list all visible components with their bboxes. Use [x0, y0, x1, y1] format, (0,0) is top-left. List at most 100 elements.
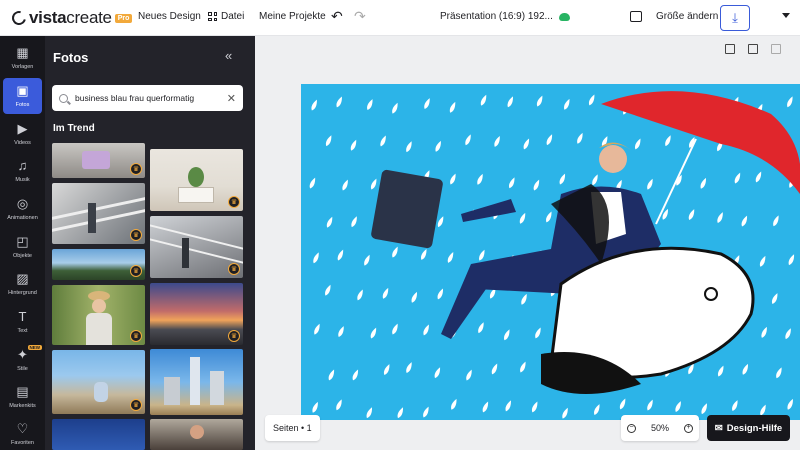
objects-icon: ◰ — [16, 234, 29, 249]
design-canvas[interactable] — [301, 84, 800, 420]
woman-head — [599, 145, 627, 173]
templates-icon: ▦ — [16, 45, 29, 60]
presentation-title[interactable]: Präsentation (16:9) 192... — [440, 11, 570, 22]
animations-icon: ◎ — [16, 196, 29, 211]
raindrop — [370, 178, 377, 190]
redo-icon[interactable]: ↷ — [354, 8, 366, 25]
photo-thumbnail[interactable]: ♛ — [150, 283, 243, 345]
raindrop — [546, 134, 553, 146]
raindrop — [536, 95, 543, 107]
rail-item-videos[interactable]: ▶ Videos — [3, 116, 42, 152]
search-input[interactable] — [75, 93, 225, 103]
resize-button[interactable]: Größe ändern — [656, 11, 718, 22]
raindrop — [761, 326, 767, 338]
file-menu[interactable]: Datei — [208, 11, 244, 22]
raindrop — [701, 403, 707, 415]
raindrop — [477, 173, 483, 185]
raindrop — [437, 216, 444, 228]
collapse-panel-icon[interactable]: « — [225, 48, 232, 63]
raindrop — [787, 398, 793, 410]
app-logo[interactable]: vistacreate Pro — [9, 8, 133, 28]
raindrop — [465, 134, 471, 146]
umbrella-canopy — [601, 91, 800, 194]
raindrop — [350, 139, 357, 151]
photo-thumbnail[interactable]: ♛ — [52, 183, 145, 244]
raindrop — [380, 135, 386, 147]
photo-thumbnail[interactable] — [150, 349, 243, 415]
pro-badge: Pro — [114, 13, 133, 23]
zoom-in-icon[interactable]: + — [683, 423, 693, 433]
raindrop — [505, 400, 511, 412]
photo-thumbnail[interactable]: ♛ — [150, 216, 243, 278]
raindrop — [741, 215, 748, 227]
photo-thumbnail[interactable] — [52, 419, 145, 450]
text-icon: T — [18, 309, 27, 324]
raindrop — [366, 407, 373, 419]
design-help-button[interactable]: ✉ Design-Hilfe — [707, 415, 790, 441]
pages-button[interactable]: Seiten • 1 — [265, 415, 320, 441]
raindrop — [382, 287, 389, 299]
download-button[interactable]: ⤓ — [720, 5, 750, 31]
premium-crown-icon: ♛ — [130, 330, 142, 342]
rail-item-styles[interactable]: NEW ✦ Stile — [3, 342, 42, 378]
raindrop — [392, 323, 398, 335]
photos-panel: Fotos « ✕ Im Trend ♛ ♛ ♛ ♛ ♛ ♛ ♛ — [45, 36, 255, 450]
brandkit-icon: ▤ — [16, 384, 29, 399]
photo-thumbnail[interactable]: ♛ — [52, 249, 145, 280]
search-box[interactable]: ✕ — [52, 85, 243, 111]
raindrop — [675, 401, 681, 412]
raindrop — [634, 138, 641, 150]
photo-thumbnail[interactable]: ♛ — [52, 285, 145, 345]
photo-thumbnail[interactable]: ♛ — [52, 350, 145, 414]
trash-icon[interactable] — [771, 44, 781, 54]
premium-crown-icon: ♛ — [130, 163, 142, 175]
photo-thumbnail[interactable] — [150, 419, 243, 450]
raindrop — [423, 406, 429, 418]
raindrop — [619, 398, 626, 410]
raindrop — [449, 101, 456, 113]
duplicate-page-icon[interactable] — [748, 44, 758, 54]
rail-item-music[interactable]: ♫ Musik — [3, 153, 42, 189]
zoom-out-icon[interactable]: − — [627, 423, 636, 433]
grid-icon — [208, 12, 217, 21]
rail-item-animations[interactable]: ◎ Animationen — [3, 191, 42, 227]
woman-arm — [461, 199, 516, 222]
rail-item-templates[interactable]: ▦ Vorlagen — [3, 40, 42, 76]
premium-crown-icon: ♛ — [228, 263, 240, 275]
raindrop — [546, 211, 552, 223]
rail-item-objects[interactable]: ◰ Objekte — [3, 229, 42, 265]
comment-icon[interactable] — [630, 11, 642, 22]
photo-thumbnail[interactable]: ♛ — [150, 149, 243, 211]
raindrop — [326, 216, 333, 228]
my-projects-button[interactable]: Meine Projekte — [259, 11, 326, 22]
cloud-saved-icon — [558, 12, 570, 21]
raindrop — [717, 365, 724, 377]
raindrop — [577, 132, 583, 144]
zoom-level: 50% — [650, 423, 669, 433]
raindrop — [785, 328, 791, 340]
new-design-button[interactable]: Neues Design — [138, 11, 201, 22]
chevron-down-icon[interactable] — [782, 13, 790, 18]
undo-icon[interactable]: ↶ — [331, 8, 343, 25]
raindrop — [509, 177, 515, 189]
raindrop — [466, 369, 472, 381]
rail-item-favorites[interactable]: ♡ Favoriten — [3, 416, 42, 450]
rail-item-photos[interactable]: ▣ Fotos — [3, 78, 42, 114]
brand-light: create — [66, 8, 112, 27]
rail-item-brandkits[interactable]: ▤ Markenkits — [3, 379, 42, 415]
rail-item-background[interactable]: ▨ Hintergrund — [3, 266, 42, 302]
raindrop — [521, 293, 527, 305]
raindrop — [351, 216, 357, 228]
raindrop — [325, 135, 332, 147]
premium-crown-icon: ♛ — [130, 229, 142, 241]
clear-search-icon[interactable]: ✕ — [227, 92, 236, 105]
new-badge: NEW — [27, 345, 42, 350]
raindrop — [357, 289, 363, 301]
videos-icon: ▶ — [17, 121, 28, 136]
raindrop — [435, 140, 441, 152]
rail-item-text[interactable]: T Text — [3, 304, 42, 340]
photo-thumbnail[interactable]: ♛ — [52, 143, 145, 178]
raindrop — [352, 369, 359, 381]
raindrop — [520, 361, 526, 373]
add-page-icon[interactable] — [725, 44, 735, 54]
